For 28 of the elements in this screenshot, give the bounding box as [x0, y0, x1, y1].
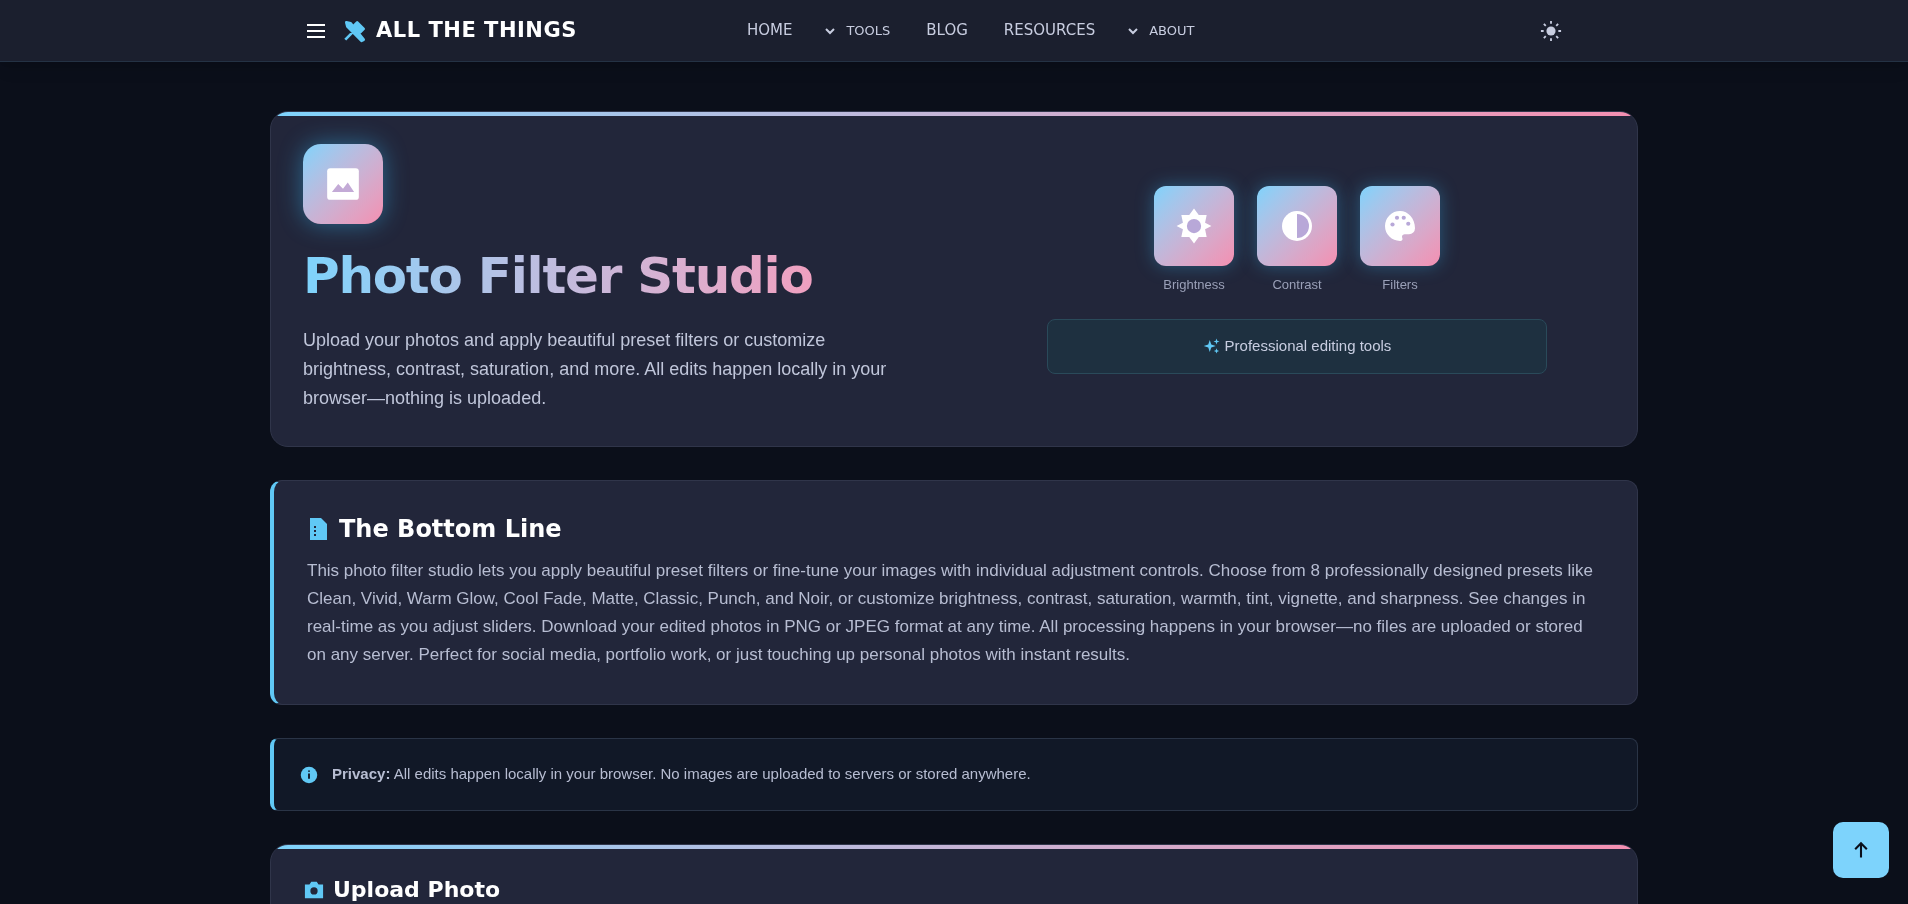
chevron-down-icon [824, 26, 837, 35]
nav-link[interactable]: HOME [746, 19, 793, 42]
feature-label: Brightness [1163, 276, 1225, 294]
section-title: The Bottom Line [339, 514, 562, 545]
chevron-down-icon [1127, 26, 1140, 35]
sun-icon [1175, 207, 1213, 245]
feature-label: Filters [1382, 276, 1418, 294]
menu-icon [306, 22, 326, 39]
site-logo[interactable]: ALL THE THINGS [342, 14, 577, 47]
sun-icon [1540, 19, 1562, 42]
feature-label: Contrast [1272, 276, 1322, 294]
nav-link[interactable]: BLOG [926, 19, 968, 42]
nav-link[interactable]: TOOLS [824, 20, 891, 41]
nav-link[interactable]: RESOURCES [1003, 19, 1096, 42]
section-title: Upload Photo [333, 876, 501, 904]
document-icon [307, 517, 329, 541]
info-icon [300, 765, 318, 784]
description-text: Upload your photos and apply beautiful preset filters or customize brightness, contrast, saturation, and more. All edits happen locally in your browser—nothing is uploaded. [303, 329, 888, 410]
info-text: Professional editing tools [1224, 335, 1392, 356]
sparkles-icon [1202, 337, 1221, 355]
palette-icon [1382, 208, 1418, 244]
back-to-top-button[interactable] [1833, 822, 1889, 878]
summary-text: This photo filter studio lets you apply beautiful preset filters or fine-tune your images with individual adjustment controls. Choose from 8 professionally designed presets like Clean, Vivid, Warm Glow, Cool Fade, Matte, Classic, Punch, and Noir, or customize brightness, contrast, saturation, warmth, tint, vignette, and sharpness. See changes in real-time as you adjust sliders. Download your edited photos in PNG or JPEG format at any time. All processing happens in your browser—no files are uploaded or stored on any server. Perfect for social media, portfolio work, or just touching up personal photos with instant results. [307, 560, 1595, 666]
nav-link[interactable]: ABOUT [1127, 20, 1195, 41]
privacy-text: Privacy: All edits happen locally in your browser. No images are uploaded to servers or stored anywhere. [332, 764, 1031, 785]
camera-icon [303, 879, 325, 900]
image-icon [303, 144, 383, 224]
contrast-icon [1279, 208, 1315, 244]
